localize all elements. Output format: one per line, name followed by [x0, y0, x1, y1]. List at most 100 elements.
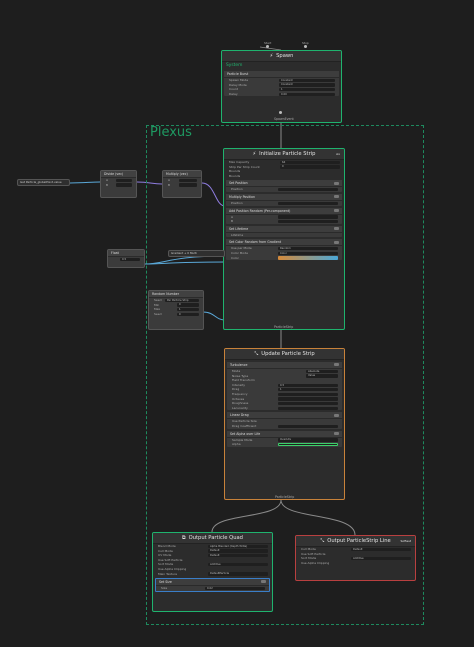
uv-mode-dropdown[interactable]: Default — [208, 553, 268, 558]
set-lifetime-title: Set Lifetime — [226, 225, 342, 233]
cull-mode-dropdown[interactable]: Default — [208, 549, 268, 553]
color-gradient-swatch[interactable] — [278, 256, 338, 260]
sample-mode-dropdown[interactable]: OverLife — [278, 438, 338, 442]
count-field[interactable]: 1 — [279, 87, 335, 92]
spawn-title: Spawn — [276, 53, 294, 59]
linear-drag-title: Linear Drag — [227, 412, 342, 420]
color-gradient-row: Color — [226, 256, 342, 261]
initialize-title: Initialize Particle Strip — [259, 151, 316, 157]
gradient-node[interactable]: Gradient + 0 Multi — [168, 250, 225, 257]
random-number-title: Random Number — [149, 291, 203, 298]
max-capacity-field[interactable]: 64 — [280, 160, 340, 164]
multiply-b-row: B — [163, 183, 201, 188]
linear-drag-block[interactable]: Linear Drag Use Particle Size Drag Coeff… — [227, 412, 342, 429]
frequency-field[interactable] — [278, 392, 338, 396]
line-cull-mode-dropdown[interactable]: Default — [351, 547, 411, 551]
sort-mode-dropdown[interactable]: Additive — [208, 563, 268, 567]
multiply-node-title: Multiply (vec) — [163, 171, 201, 178]
spawn-out-port[interactable] — [279, 111, 282, 114]
set-size-block[interactable]: Set Size Size 0.02 — [155, 578, 270, 592]
output-line-context[interactable]: ⤡ Output ParticleStrip Line Softest Cull M… — [295, 535, 416, 581]
system-label: System — [226, 63, 243, 68]
multiply-a-field[interactable] — [179, 178, 197, 182]
divide-a-field[interactable] — [116, 178, 132, 182]
octaves-field[interactable] — [278, 397, 338, 401]
set-size-toggle[interactable] — [261, 580, 266, 584]
set-color-toggle[interactable] — [334, 240, 339, 244]
random-seed-field[interactable]: 0 — [177, 312, 199, 316]
float-node[interactable]: Float 0.5 — [107, 249, 145, 268]
turbulence-block[interactable]: Turbulence Mode Absolute Noise Type Value … — [227, 362, 342, 411]
divide-b-row: B — [101, 183, 136, 188]
linear-drag-toggle[interactable] — [334, 413, 339, 417]
random-seed-mode-dropdown[interactable]: Per Particle Strip — [165, 298, 199, 302]
alpha-curve-field[interactable] — [278, 442, 338, 447]
float-value-field[interactable]: 0.5 — [120, 257, 140, 261]
output-quad-context[interactable]: ⧉ Output Particle Quad Blend Mode Alpha Bl… — [152, 532, 273, 612]
line-sort-mode-dropdown[interactable]: Additive — [351, 556, 411, 561]
random-b-field[interactable] — [278, 219, 338, 224]
noise-type-dropdown[interactable]: Value — [306, 374, 338, 378]
alpha-over-life-block[interactable]: Set Alpha over Life Sample Mode OverLife … — [227, 430, 342, 447]
set-position-block[interactable]: Set Position Position — [226, 180, 342, 192]
spawn-stop-port[interactable] — [304, 45, 307, 48]
update-context[interactable]: ⤡ Update Particle Strip Turbulence Mode Ab… — [224, 348, 345, 500]
add-position-random-block[interactable]: Add Position Random (Per-component) A B — [226, 207, 342, 224]
delay-mode-dropdown[interactable]: Constant — [279, 83, 335, 87]
random-min-field[interactable]: 0 — [177, 303, 199, 307]
drag-field[interactable]: 1 — [278, 388, 338, 392]
multiply-node[interactable]: Multiply (vec) A B — [162, 170, 202, 198]
output-line-icon: ⤡ — [320, 538, 325, 544]
drag-coefficient-field[interactable] — [278, 424, 338, 428]
use-per-mode-dropdown[interactable]: Random — [278, 247, 338, 251]
intensity-field[interactable]: 0.5 — [278, 383, 338, 387]
float-value-row: 0.5 — [108, 257, 144, 262]
multiply-position-field[interactable] — [278, 201, 338, 205]
output-quad-title: Output Particle Quad — [188, 535, 243, 541]
set-color-title: Set Color Random from Gradient — [226, 239, 342, 247]
drag-coefficient-row: Drag Coefficient — [227, 424, 342, 429]
turbulence-toggle[interactable] — [334, 363, 339, 367]
delay-field[interactable]: 0.00 — [279, 92, 335, 96]
set-lifetime-block[interactable]: Set Lifetime Lifetime — [226, 225, 342, 238]
output-quad-header[interactable]: ⧉ Output Particle Quad — [153, 533, 272, 544]
random-number-node[interactable]: Random Number Seed Per Particle Strip Min… — [148, 290, 204, 330]
divide-b-field[interactable] — [116, 183, 132, 187]
random-a-field[interactable] — [278, 215, 338, 219]
output-line-title: Output ParticleStrip Line — [327, 538, 391, 544]
initialize-header[interactable]: ⚡ Initialize Particle Strip Ax — [224, 149, 344, 160]
spawn-start-port[interactable] — [266, 45, 269, 48]
main-texture-field[interactable]: DefaultParticle — [208, 572, 268, 576]
alpha-over-life-toggle[interactable] — [334, 431, 339, 435]
alpha-over-life-title: Set Alpha over Life — [227, 430, 342, 438]
roughness-field[interactable] — [278, 401, 338, 406]
output-line-header[interactable]: ⤡ Output ParticleStrip Line Softest — [296, 536, 415, 547]
property-node[interactable]: Get Particle_globalPoint.value — [17, 179, 70, 186]
update-header[interactable]: ⤡ Update Particle Strip — [225, 349, 344, 360]
position-field[interactable] — [278, 188, 338, 192]
set-position-toggle[interactable] — [334, 181, 339, 185]
multiply-b-field[interactable] — [179, 183, 197, 187]
set-lifetime-toggle[interactable] — [334, 226, 339, 230]
initialize-badge: Ax — [336, 152, 340, 156]
spawn-mode-dropdown[interactable]: Constant — [279, 78, 335, 82]
spawn-header[interactable]: ⚡ Spawn — [222, 51, 341, 62]
turb-mode-dropdown[interactable]: Absolute — [306, 369, 338, 373]
random-b-row: B — [226, 219, 342, 224]
strip-count-field[interactable]: 0 — [280, 165, 340, 169]
main-texture-row: Main Texture DefaultParticle — [153, 572, 272, 577]
update-out-label: ParticleStrip — [275, 495, 295, 499]
multiply-position-block[interactable]: Multiply Position Position — [226, 193, 342, 206]
blend-mode-dropdown[interactable]: Alpha Blended (Depth Write) — [208, 544, 268, 548]
lacunarity-field[interactable] — [278, 406, 338, 410]
multiply-position-toggle[interactable] — [334, 195, 339, 199]
divide-node[interactable]: Divide (vec) A B — [100, 170, 137, 198]
color-mode-dropdown[interactable]: Color — [278, 251, 338, 255]
initialize-context[interactable]: ⚡ Initialize Particle Strip Ax Max Capacit… — [223, 148, 345, 330]
particle-burst-title: Particle Burst — [224, 71, 339, 78]
particle-burst-block[interactable]: Particle Burst Spawn Mode Constant Delay … — [224, 71, 339, 97]
add-position-random-toggle[interactable] — [334, 208, 339, 212]
size-field[interactable]: 0.02 — [205, 586, 265, 591]
set-color-block[interactable]: Set Color Random from Gradient Use per M… — [226, 239, 342, 261]
random-max-field[interactable]: 1 — [177, 307, 199, 312]
